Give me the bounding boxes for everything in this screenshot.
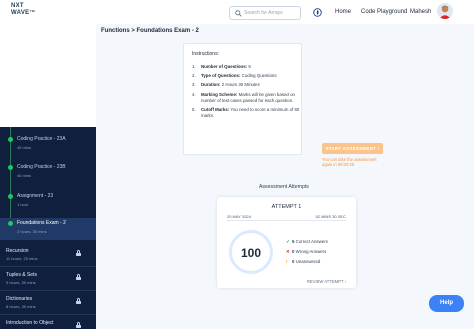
result-wrong: ✕ 0 Wrong Answers bbox=[286, 249, 326, 255]
logo-line-2: WAVE bbox=[11, 10, 30, 16]
sidebar-section-dictionaries[interactable]: Dictionaries 8 hours, 35 mins bbox=[0, 292, 96, 314]
section-meta: 11 hours, 25 mins bbox=[6, 256, 38, 261]
review-attempt-link[interactable]: REVIEW ATTEMPT › bbox=[307, 279, 346, 284]
lock-icon bbox=[76, 250, 81, 256]
avatar[interactable] bbox=[437, 3, 453, 19]
sidebar-item-title: Coding Practice - 23A bbox=[17, 136, 66, 142]
instruction-item: 4. Marking Scheme: Marks will be given ba… bbox=[192, 92, 301, 104]
score-ring: 100 bbox=[229, 230, 273, 274]
instruction-number: 1. bbox=[192, 64, 196, 69]
instruction-number: 4. bbox=[192, 91, 196, 97]
completed-dot bbox=[8, 165, 13, 170]
search-placeholder: Search for Arrays bbox=[244, 10, 283, 16]
result-label: Wrong Answers bbox=[294, 249, 327, 254]
score-value: 100 bbox=[240, 246, 262, 260]
instruction-number: 2. bbox=[192, 73, 196, 79]
instruction-label: Number of Questions: bbox=[201, 64, 248, 69]
sidebar-section-recursion[interactable]: Recursion 11 hours, 25 mins bbox=[0, 244, 96, 266]
search-icon bbox=[235, 10, 242, 17]
section-meta: 8 hours, 35 mins bbox=[6, 304, 36, 309]
start-assessment-button[interactable]: START ASSESSMENT › bbox=[322, 143, 383, 154]
result-correct: ✓ 5 Correct Answers bbox=[286, 239, 328, 245]
sidebar-section-intro-oop[interactable]: Introduction to Object bbox=[0, 316, 96, 329]
logo-line-1: NXT bbox=[11, 3, 24, 9]
sidebar-item-meta: 45 mins bbox=[17, 173, 32, 178]
instruction-item: 2. Type of Questions: Coding Questions bbox=[192, 73, 301, 79]
lock-icon bbox=[76, 322, 81, 328]
section-meta: 9 hours, 55 mins bbox=[6, 280, 36, 285]
sidebar-item-title: Coding Practice - 23B bbox=[17, 164, 66, 170]
sidebar-divider bbox=[0, 266, 96, 267]
result-label: Correct Answers bbox=[294, 239, 328, 244]
instruction-value: Coding Questions bbox=[240, 73, 277, 79]
section-title: Tuples & Sets bbox=[6, 272, 37, 278]
instruction-number: 5. bbox=[192, 107, 196, 113]
top-header: NXT WAVE™ Search for Arrays Home Code Pl… bbox=[0, 0, 474, 24]
instructions-card: Instructions: 1. Number of Questions: 5 2… bbox=[183, 43, 302, 155]
instruction-label: Duration: bbox=[201, 82, 221, 88]
breadcrumb[interactable]: Functions > Foundations Exam - 2 bbox=[101, 28, 199, 34]
sidebar-item-foundations-exam-2[interactable]: Foundations Exam - 2 2 hours, 30 mins bbox=[0, 218, 96, 240]
lock-icon bbox=[76, 274, 81, 280]
instruction-item: 3. Duration: 2 Hours 30 Minutes bbox=[192, 82, 301, 88]
instructions-heading: Instructions: bbox=[192, 51, 219, 57]
avatar-image bbox=[437, 3, 453, 19]
section-title: Dictionaries bbox=[6, 296, 33, 302]
instruction-value: 2 Hours 30 Minutes bbox=[220, 82, 260, 88]
sidebar-item-meta: 1 hour bbox=[17, 202, 29, 207]
nav-home[interactable]: Home bbox=[335, 9, 351, 15]
sidebar-item-meta: 45 mins bbox=[17, 145, 32, 150]
attempt-date: 20 MAY 2024 bbox=[227, 214, 251, 219]
attempt-card: ATTEMPT 1 20 MAY 2024 52 MINS 30 SEC 100… bbox=[217, 197, 356, 288]
logo-tm: ™ bbox=[29, 10, 36, 16]
streak-icon[interactable] bbox=[313, 8, 322, 17]
instruction-item: 5. Cutoff Marks: You need to score a mini… bbox=[192, 107, 301, 119]
attempt-duration: 52 MINS 30 SEC bbox=[315, 214, 346, 219]
instruction-item: 1. Number of Questions: 5 bbox=[192, 64, 301, 70]
attempt-title: ATTEMPT 1 bbox=[271, 204, 302, 210]
completed-dot bbox=[8, 221, 13, 226]
sidebar-item-meta: 2 hours, 30 mins bbox=[17, 229, 47, 234]
instruction-value: 5 bbox=[247, 64, 251, 69]
help-button[interactable]: Help bbox=[429, 295, 464, 312]
completed-dot bbox=[8, 194, 13, 199]
result-unanswered: ! 0 Unanswered bbox=[286, 259, 320, 264]
nav-code-playground[interactable]: Code Playground bbox=[361, 9, 407, 15]
attempt-meta: 20 MAY 2024 52 MINS 30 SEC bbox=[227, 214, 346, 221]
result-label: Unanswered bbox=[294, 259, 321, 264]
sidebar-item-title: Assignment - 23 bbox=[17, 193, 54, 199]
section-title: Introduction to Object bbox=[6, 320, 54, 326]
search-input[interactable]: Search for Arrays bbox=[229, 6, 301, 20]
course-sidebar: Coding Practice - 23A 45 mins Coding Pra… bbox=[0, 127, 96, 329]
lock-icon bbox=[76, 298, 81, 304]
attempts-section-title: Assessment Attempts bbox=[259, 184, 309, 190]
instructions-list: 1. Number of Questions: 5 2. Type of Quest… bbox=[192, 64, 301, 119]
sidebar-divider bbox=[0, 314, 96, 315]
main-content: Functions > Foundations Exam - 2 Instruc… bbox=[96, 24, 474, 329]
instruction-number: 3. bbox=[192, 82, 196, 88]
sidebar-item-title: Foundations Exam - 2 bbox=[17, 220, 66, 226]
section-title: Recursion bbox=[6, 248, 29, 254]
instruction-label: Type of Questions: bbox=[201, 73, 241, 79]
sidebar-section-tuples-sets[interactable]: Tuples & Sets 9 hours, 55 mins bbox=[0, 268, 96, 290]
nxtwave-logo[interactable]: NXT WAVE™ bbox=[11, 3, 41, 21]
instruction-label: Cutoff Marks: bbox=[201, 107, 230, 113]
user-name[interactable]: Mahesh bbox=[410, 9, 431, 15]
sidebar-divider bbox=[0, 290, 96, 291]
completed-dot bbox=[8, 137, 13, 142]
instruction-label: Marking Scheme: bbox=[201, 91, 238, 97]
retake-countdown-text: You can take the assessment again in 00:… bbox=[322, 157, 377, 167]
